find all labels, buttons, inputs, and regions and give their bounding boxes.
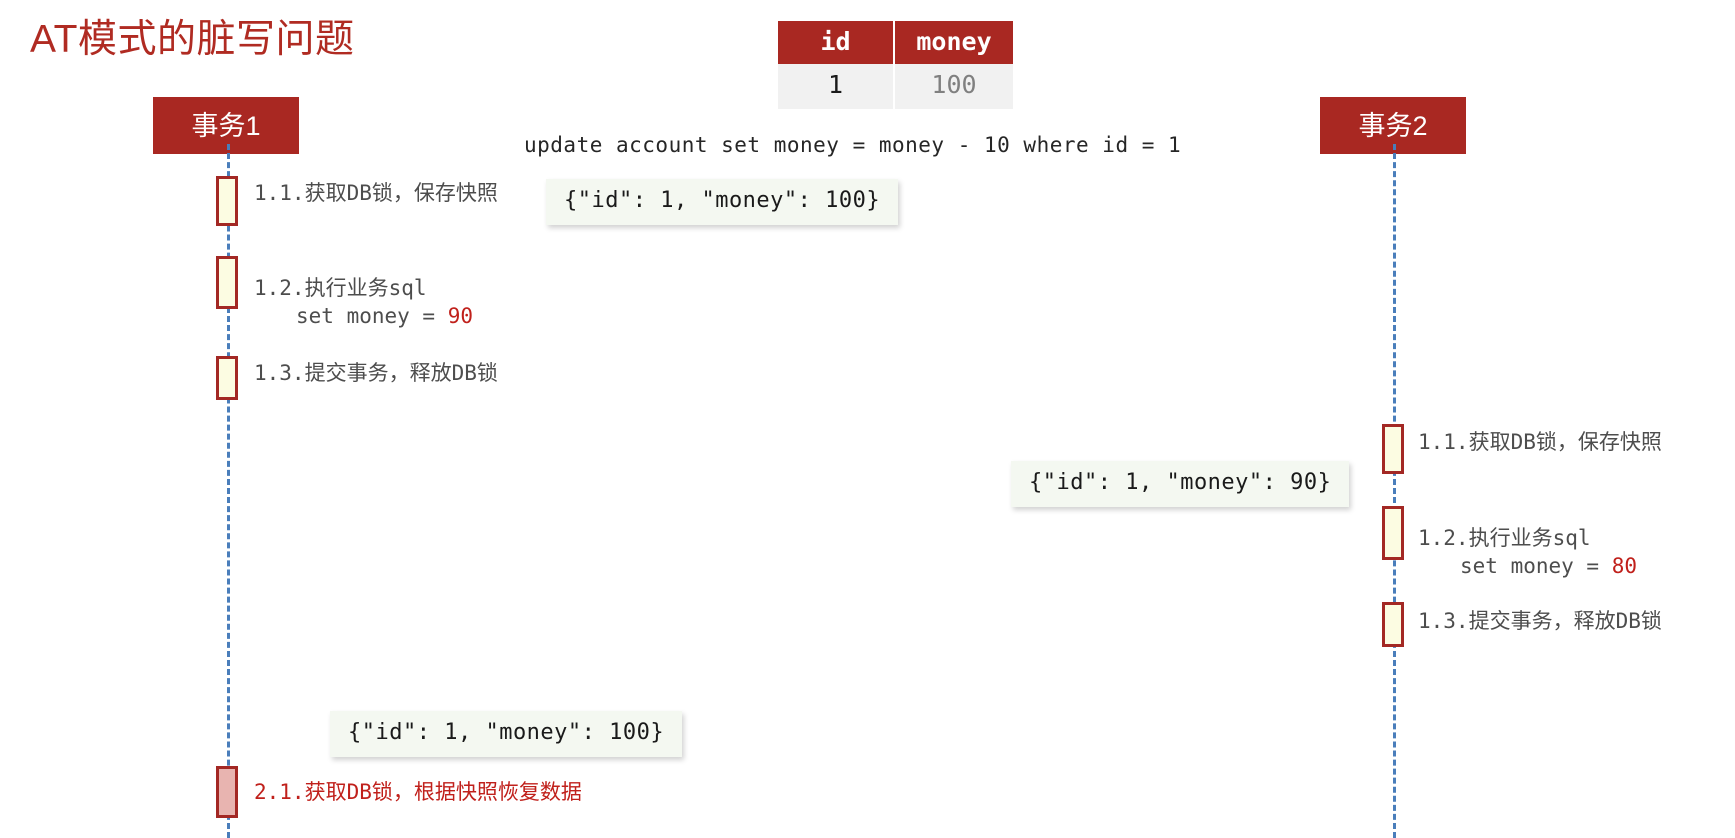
activation-tx2-step-3 bbox=[1382, 602, 1404, 647]
step-label-tx2-3: 1.3.提交事务，释放DB锁 bbox=[1418, 609, 1662, 633]
json-box-tx2-snapshot: {"id": 1, "money": 90} bbox=[1011, 461, 1350, 507]
step-label-tx1-2-sub-value: 90 bbox=[447, 303, 474, 328]
table-header-money: money bbox=[894, 21, 1013, 64]
json-box-tx1-rollback-snapshot: {"id": 1, "money": 100} bbox=[330, 711, 683, 757]
activation-tx2-step-2 bbox=[1382, 506, 1404, 560]
step-label-tx2-2: 1.2.执行业务sql set money = 80 bbox=[1418, 525, 1637, 580]
step-label-tx1-2-sub-prefix: set money = bbox=[296, 303, 448, 328]
step-label-tx1-2-sub: set money = 90 bbox=[254, 303, 473, 331]
lifeline-tx1 bbox=[227, 144, 230, 838]
activation-tx1-step-1 bbox=[216, 176, 238, 226]
step-label-tx1-3: 1.3.提交事务，释放DB锁 bbox=[254, 361, 498, 385]
step-label-tx2-2-sub-value: 80 bbox=[1611, 553, 1638, 578]
json-box-tx1-snapshot: {"id": 1, "money": 100} bbox=[546, 179, 899, 225]
step-label-tx2-2-main: 1.2.执行业务sql bbox=[1418, 526, 1591, 550]
activation-tx1-step-3 bbox=[216, 356, 238, 400]
table-cell-id: 1 bbox=[778, 64, 895, 109]
step-label-tx1-2-main: 1.2.执行业务sql bbox=[254, 276, 427, 300]
table-header-row: id money bbox=[778, 21, 1013, 64]
participant-tx1: 事务1 bbox=[153, 97, 299, 154]
table-header-id: id bbox=[778, 21, 895, 64]
activation-tx2-step-1 bbox=[1382, 424, 1404, 474]
table-cell-money: 100 bbox=[894, 64, 1013, 109]
step-label-tx2-2-sub-prefix: set money = bbox=[1460, 553, 1612, 578]
lifeline-tx2 bbox=[1393, 144, 1396, 838]
page-title: AT模式的脏写问题 bbox=[30, 18, 355, 61]
step-label-tx1-1: 1.1.获取DB锁，保存快照 bbox=[254, 181, 498, 205]
step-label-tx2-1: 1.1.获取DB锁，保存快照 bbox=[1418, 430, 1662, 454]
activation-tx1-rollback bbox=[216, 766, 238, 818]
sql-statement: update account set money = money - 10 wh… bbox=[524, 133, 1182, 157]
activation-tx1-step-2 bbox=[216, 256, 238, 309]
step-label-tx1-2: 1.2.执行业务sql set money = 90 bbox=[254, 275, 473, 330]
account-table: id money 1 100 bbox=[778, 21, 1013, 109]
step-label-tx1-rollback: 2.1.获取DB锁，根据快照恢复数据 bbox=[254, 780, 582, 804]
table-row: 1 100 bbox=[778, 64, 1013, 109]
step-label-tx2-2-sub: set money = 80 bbox=[1418, 553, 1637, 581]
